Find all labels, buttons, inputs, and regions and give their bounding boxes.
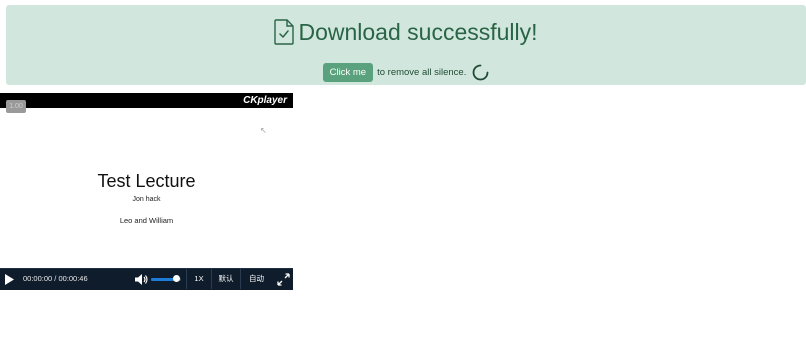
spinner-icon	[472, 64, 489, 80]
play-icon[interactable]	[3, 273, 15, 286]
slide-subtitle: Jon hack	[132, 196, 161, 203]
slide-authors: Leo and William	[119, 216, 174, 225]
banner-action-row: Click me to remove all silence.	[6, 62, 806, 82]
banner-action-text: to remove all silence.	[377, 66, 467, 78]
mouse-cursor-icon: ↖	[260, 126, 267, 135]
definition-default-button[interactable]: 默认	[211, 269, 240, 289]
speed-badge: 1.00	[6, 100, 26, 113]
fullscreen-icon[interactable]	[277, 273, 290, 286]
slide-title: Test Lecture	[97, 171, 196, 191]
volume-knob[interactable]	[173, 275, 180, 282]
speed-button[interactable]: 1X	[186, 269, 211, 289]
volume-slider[interactable]	[151, 275, 181, 282]
player-controls: 00:00:00 / 00:00:46 1X 默认 自动	[0, 268, 293, 290]
banner-title: Download successfully!	[298, 19, 538, 45]
time-display: 00:00:00 / 00:00:46	[23, 274, 88, 283]
player-brand: CKplayer	[243, 95, 287, 106]
file-check-icon	[274, 19, 295, 45]
player-top-bar: CKplayer	[0, 93, 293, 108]
volume-icon[interactable]	[134, 273, 148, 286]
remove-silence-button[interactable]: Click me	[322, 62, 374, 82]
auto-button[interactable]: 自动	[240, 269, 272, 289]
banner-title-row: Download successfully!	[6, 16, 806, 48]
download-banner: Download successfully! Click me to remov…	[6, 5, 806, 85]
